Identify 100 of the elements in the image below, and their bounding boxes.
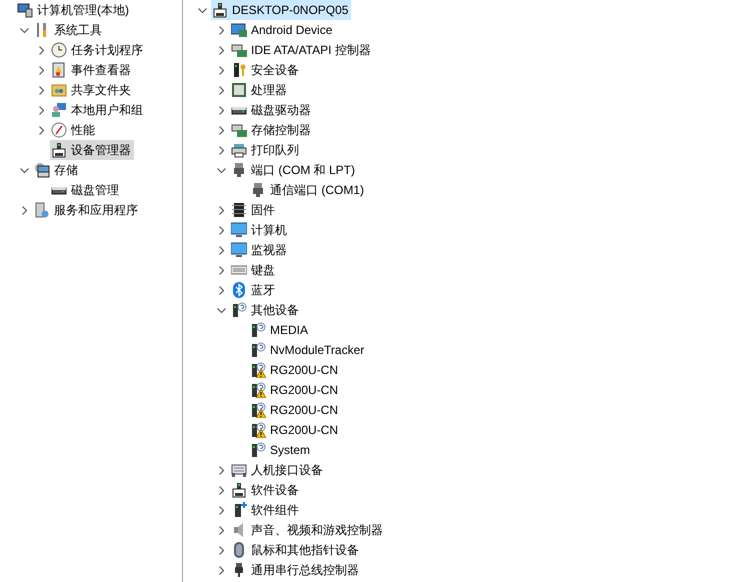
chevron-right-icon[interactable]: [216, 286, 226, 294]
device-icon: [212, 2, 228, 18]
tree-item[interactable]: MEDIA: [249, 320, 312, 340]
processor-icon: [231, 82, 247, 98]
tree-item[interactable]: 存储: [33, 160, 81, 180]
key-device-icon: [231, 62, 247, 78]
shared-folder-icon: [51, 82, 67, 98]
chevron-right-icon[interactable]: [216, 146, 226, 154]
chevron-right-icon[interactable]: [216, 566, 226, 574]
tree-item[interactable]: 存储控制器: [230, 120, 314, 140]
controller-icon: [231, 42, 247, 58]
bluetooth-icon: [231, 282, 247, 298]
tree-item[interactable]: 服务和应用程序: [33, 200, 141, 220]
tree-item[interactable]: 固件: [230, 200, 278, 220]
users-icon: [51, 102, 67, 118]
tree-item[interactable]: RG200U-CN: [249, 420, 342, 440]
tree-item[interactable]: 磁盘管理: [50, 180, 122, 200]
unknown-device-warning-icon: [250, 362, 266, 378]
printer-icon: [231, 142, 247, 158]
chevron-right-icon[interactable]: [216, 506, 226, 514]
chevron-right-icon[interactable]: [216, 66, 226, 74]
tree-item[interactable]: 人机接口设备: [230, 460, 326, 480]
monitor-icon: [231, 242, 247, 258]
chevron-right-icon[interactable]: [216, 546, 226, 554]
tree-item[interactable]: 事件查看器: [50, 60, 134, 80]
tree-item[interactable]: 系统工具: [33, 20, 105, 40]
chevron-down-icon[interactable]: [20, 166, 28, 174]
unknown-device-icon: [250, 342, 266, 358]
chevron-down-icon[interactable]: [216, 166, 226, 174]
tree-item[interactable]: 磁盘驱动器: [230, 100, 314, 120]
tree-item[interactable]: 安全设备: [230, 60, 302, 80]
chevron-right-icon[interactable]: [216, 266, 226, 274]
tree-item[interactable]: 本地用户和组: [50, 100, 146, 120]
computer-icon: [17, 2, 33, 18]
controller-icon: [231, 122, 247, 138]
chevron-right-icon[interactable]: [36, 106, 46, 114]
chevron-right-icon[interactable]: [216, 526, 226, 534]
device-icon: [51, 142, 67, 158]
tree-item[interactable]: DESKTOP-0NOPQ05: [211, 0, 352, 20]
tree-item[interactable]: 键盘: [230, 260, 278, 280]
chevron-right-icon[interactable]: [36, 86, 46, 94]
tree-item[interactable]: 性能: [50, 120, 98, 140]
chevron-right-icon[interactable]: [216, 46, 226, 54]
event-log-icon: [51, 62, 67, 78]
chevron-right-icon[interactable]: [216, 206, 226, 214]
tree-item[interactable]: 处理器: [230, 80, 290, 100]
chevron-down-icon[interactable]: [20, 26, 28, 34]
chevron-right-icon[interactable]: [216, 226, 226, 234]
chevron-down-icon[interactable]: [216, 306, 226, 314]
keypad-icon: [231, 462, 247, 478]
tree-item[interactable]: 其他设备: [230, 300, 302, 320]
chevron-right-icon[interactable]: [216, 466, 226, 474]
storage-icon: [34, 162, 50, 178]
tree-item[interactable]: 蓝牙: [230, 280, 278, 300]
chevron-right-icon[interactable]: [216, 486, 226, 494]
unknown-device-warning-icon: [250, 382, 266, 398]
chevron-right-icon[interactable]: [216, 246, 226, 254]
tree-item[interactable]: 端口 (COM 和 LPT): [230, 160, 358, 180]
unknown-device-icon: [231, 302, 247, 318]
chevron-right-icon[interactable]: [36, 126, 46, 134]
device-icon: [231, 482, 247, 498]
monitor-icon: [231, 222, 247, 238]
unknown-device-warning-icon: [250, 402, 266, 418]
chevron-right-icon[interactable]: [216, 26, 226, 34]
tree-item[interactable]: 软件组件: [230, 500, 302, 520]
clock-icon: [51, 42, 67, 58]
tree-item[interactable]: System: [249, 440, 314, 460]
tree-item[interactable]: 通用串行总线控制器: [230, 560, 362, 580]
chevron-down-icon[interactable]: [198, 6, 206, 14]
tree-item[interactable]: 设备管理器: [50, 140, 134, 160]
tree-item[interactable]: IDE ATA/ATAPI 控制器: [230, 40, 374, 60]
services-icon: [34, 202, 50, 218]
chip-icon: [231, 202, 247, 218]
tree-item[interactable]: RG200U-CN: [249, 380, 342, 400]
chevron-right-icon[interactable]: [36, 46, 46, 54]
tree-item[interactable]: 软件设备: [230, 480, 302, 500]
chevron-right-icon[interactable]: [216, 86, 226, 94]
tree-item[interactable]: RG200U-CN: [249, 400, 342, 420]
tree-item[interactable]: 计算机: [230, 220, 290, 240]
tree-item[interactable]: RG200U-CN: [249, 360, 342, 380]
tree-item[interactable]: 计算机管理(本地): [16, 0, 132, 20]
tree-item[interactable]: 声音、视频和游戏控制器: [230, 520, 386, 540]
tree-item[interactable]: 任务计划程序: [50, 40, 146, 60]
tree-item[interactable]: 监视器: [230, 240, 290, 260]
tree-item[interactable]: 打印队列: [230, 140, 302, 160]
chevron-right-icon[interactable]: [36, 66, 46, 74]
gauge-icon: [51, 122, 67, 138]
mouse-icon: [231, 542, 247, 558]
chevron-right-icon[interactable]: [216, 126, 226, 134]
unknown-device-icon: [250, 442, 266, 458]
tree-item[interactable]: NvModuleTracker: [249, 340, 368, 360]
tree-item[interactable]: 通信端口 (COM1): [249, 180, 367, 200]
tree-item[interactable]: Android Device: [230, 20, 336, 40]
chevron-right-icon[interactable]: [216, 106, 226, 114]
chevron-right-icon[interactable]: [20, 206, 28, 214]
tree-item[interactable]: 共享文件夹: [50, 80, 134, 100]
unknown-device-icon: [250, 322, 266, 338]
port-connector-icon: [250, 182, 266, 198]
tree-item[interactable]: 鼠标和其他指针设备: [230, 540, 362, 560]
unknown-device-warning-icon: [250, 422, 266, 438]
